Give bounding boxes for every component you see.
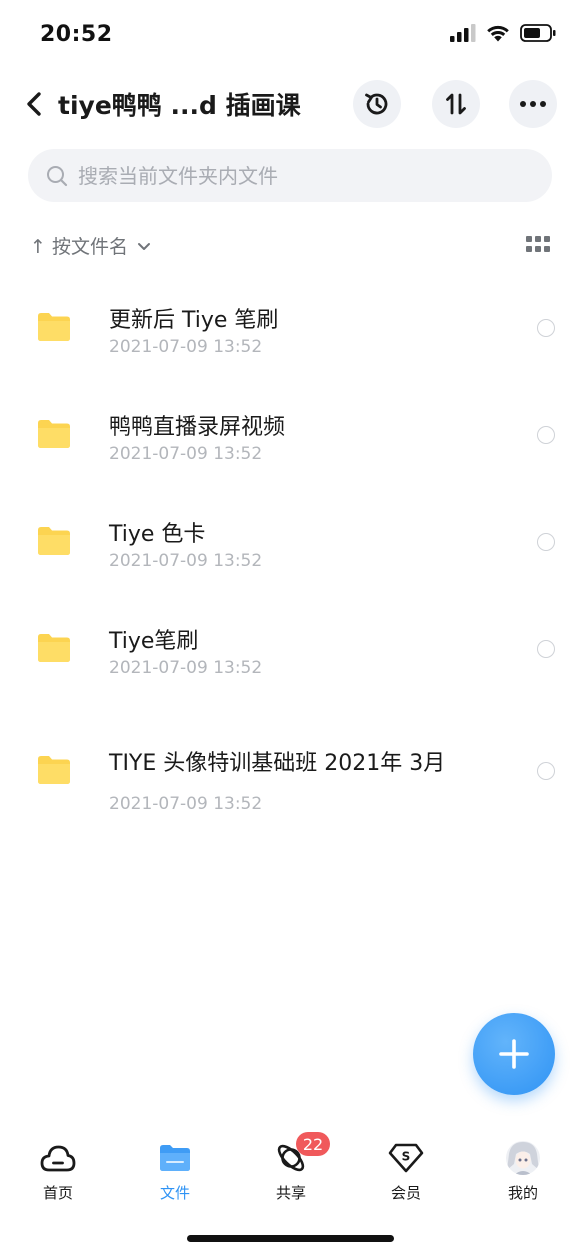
select-checkbox[interactable] [537,533,555,551]
tab-label: 我的 [507,1184,538,1202]
tab-files[interactable]: 文件 [130,1128,220,1208]
sort-bar: ↑ 按文件名 [30,232,552,260]
folder-icon [38,313,70,341]
file-name: Tiye笔刷 [109,629,199,654]
tab-home[interactable]: 首页 [13,1128,103,1208]
notification-badge: 22 [296,1132,330,1156]
grid-view-icon [526,236,550,252]
search-input[interactable] [78,163,498,188]
status-icons [450,24,556,42]
tab-label: 会员 [390,1184,421,1202]
status-time: 20:52 [40,22,113,47]
battery-icon [520,24,556,42]
folder-icon [38,634,70,662]
add-button[interactable] [473,1013,555,1095]
back-button[interactable] [18,88,50,120]
file-date: 2021-07-09 13:52 [109,794,263,814]
file-name: 鸭鸭直播录屏视频 [109,415,286,440]
status-bar: 20:52 [0,0,580,70]
wifi-icon [487,25,509,42]
more-dots-icon [520,101,546,107]
file-date: 2021-07-09 13:52 [109,551,263,571]
file-date: 2021-07-09 13:52 [109,658,263,678]
file-date: 2021-07-09 13:52 [109,337,263,357]
tab-label: 文件 [159,1184,190,1202]
plus-icon [499,1039,529,1069]
vip-diamond-icon: S [386,1138,426,1178]
search-bar[interactable] [28,149,552,202]
chevron-left-icon [27,92,41,116]
tab-label: 首页 [42,1184,73,1202]
tab-me[interactable]: 我的 [478,1128,568,1208]
sort-label: ↑ 按文件名 [30,236,128,258]
select-checkbox[interactable] [537,640,555,658]
more-button[interactable] [509,80,557,128]
transfer-arrows-icon [446,93,466,115]
page-title: tiye鸭鸭 ...d 插画课 [58,91,301,120]
nav-bar: tiye鸭鸭 ...d 插画课 [0,76,580,132]
folder-icon [155,1138,195,1178]
folder-icon [38,527,70,555]
file-name: TIYE 头像特训基础班 2021年 3月 [109,751,446,776]
cellular-signal-icon [450,24,476,42]
select-checkbox[interactable] [537,426,555,444]
grid-view-button[interactable] [526,236,550,256]
avatar [503,1138,543,1178]
chevron-down-icon [137,242,150,250]
file-name: Tiye 色卡 [109,522,206,547]
file-date: 2021-07-09 13:52 [109,444,263,464]
folder-icon [38,756,70,784]
sort-button[interactable]: ↑ 按文件名 [30,232,152,259]
folder-icon [38,420,70,448]
file-name: 更新后 Tiye 笔刷 [109,308,279,333]
tab-share[interactable]: 共享 22 [246,1128,336,1208]
search-icon [46,165,68,187]
cloud-icon [38,1138,78,1178]
svg-text:S: S [402,1150,411,1164]
transfer-button[interactable] [432,80,480,128]
select-checkbox[interactable] [537,319,555,337]
home-indicator[interactable] [187,1235,394,1242]
history-icon [365,93,388,115]
tab-bar: 首页 文件 共享 22 S 会员 我的 [0,1128,580,1208]
history-button[interactable] [353,80,401,128]
tab-vip[interactable]: S 会员 [361,1128,451,1208]
tab-label: 共享 [275,1184,306,1202]
select-checkbox[interactable] [537,762,555,780]
